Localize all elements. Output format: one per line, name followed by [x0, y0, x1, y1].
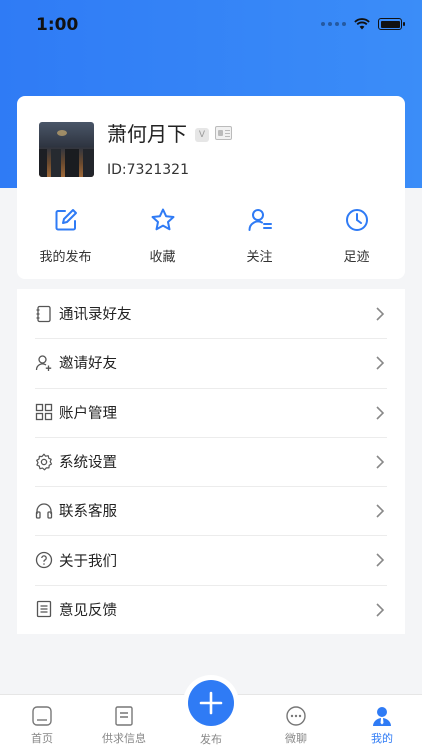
menu-item-label: 意见反馈 — [59, 602, 117, 619]
profile-card: 萧何月下 V ID:7321321 我的发布 收藏 关注 足迹 — [17, 96, 405, 279]
quick-action-label: 关注 — [246, 250, 273, 265]
plus-icon — [199, 691, 223, 715]
user-id: ID:7321321 — [107, 162, 189, 178]
wifi-icon — [354, 18, 370, 30]
quick-action-label: 足迹 — [343, 250, 370, 265]
chevron-right-icon — [376, 553, 385, 568]
add-user-icon — [35, 355, 52, 371]
menu-item-label: 系统设置 — [59, 455, 117, 472]
verified-badge-icon: V — [195, 128, 209, 142]
publish-label: 发布 — [200, 733, 222, 746]
menu-item-feedback[interactable]: 意见反馈 — [17, 584, 405, 634]
menu-item-label: 账户管理 — [59, 405, 117, 422]
quick-action-history[interactable]: 足迹 — [308, 206, 405, 268]
clock-icon — [345, 209, 368, 231]
tab-label: 微聊 — [285, 732, 307, 745]
signal-icon — [321, 22, 346, 26]
tab-label: 供求信息 — [102, 732, 146, 745]
grid-icon — [35, 404, 53, 421]
chat-icon — [286, 706, 306, 726]
username: 萧何月下 — [107, 122, 187, 146]
menu-item-about[interactable]: 关于我们 — [17, 535, 405, 584]
star-icon — [151, 208, 174, 231]
edit-icon — [55, 209, 77, 231]
user-follow-icon — [248, 209, 272, 231]
tab-supply-demand[interactable]: 供求信息 — [82, 695, 166, 750]
tab-label: 首页 — [31, 732, 53, 745]
chevron-right-icon — [376, 406, 385, 420]
battery-icon — [378, 18, 405, 30]
status-time: 1:00 — [36, 15, 79, 35]
chevron-right-icon — [376, 455, 385, 469]
menu-item-invite[interactable]: 邀请好友 — [17, 338, 405, 387]
chevron-right-icon — [376, 356, 385, 370]
quick-action-label: 收藏 — [149, 250, 176, 265]
settings-menu: 通讯录好友 邀请好友 账户管理 系统设置 联系客服 关于我们 意见反馈 — [17, 289, 405, 634]
gear-icon — [36, 453, 53, 470]
avatar[interactable] — [39, 122, 94, 177]
quick-action-my-posts[interactable]: 我的发布 — [17, 206, 114, 268]
tab-home[interactable]: 首页 — [0, 695, 84, 750]
menu-item-label: 通讯录好友 — [59, 307, 132, 324]
person-icon — [373, 707, 391, 726]
status-bar: 1:00 — [0, 0, 422, 50]
quick-action-following[interactable]: 关注 — [211, 206, 308, 268]
home-icon — [32, 706, 52, 726]
menu-item-contacts[interactable]: 通讯录好友 — [17, 289, 405, 338]
menu-item-settings[interactable]: 系统设置 — [17, 436, 405, 486]
menu-item-label: 邀请好友 — [59, 356, 117, 373]
quick-action-label: 我的发布 — [39, 250, 92, 265]
menu-item-label: 关于我们 — [59, 553, 117, 570]
status-icons — [321, 18, 405, 30]
menu-item-label: 联系客服 — [59, 504, 117, 521]
contacts-book-icon — [36, 305, 51, 322]
chevron-right-icon — [376, 307, 385, 321]
headset-icon — [35, 503, 53, 519]
tab-chat[interactable]: 微聊 — [254, 695, 338, 750]
menu-item-account[interactable]: 账户管理 — [17, 387, 405, 437]
menu-item-support[interactable]: 联系客服 — [17, 486, 405, 535]
tab-label: 我的 — [371, 732, 393, 745]
list-doc-icon — [115, 706, 133, 726]
question-icon — [35, 551, 53, 569]
document-icon — [36, 601, 52, 618]
tab-mine[interactable]: 我的 — [340, 695, 422, 750]
quick-actions: 我的发布 收藏 关注 足迹 — [17, 206, 405, 268]
chevron-right-icon — [376, 504, 385, 518]
quick-action-favorites[interactable]: 收藏 — [114, 206, 211, 268]
publish-button[interactable] — [188, 680, 234, 726]
id-card-icon — [215, 126, 232, 140]
chevron-right-icon — [376, 603, 385, 617]
